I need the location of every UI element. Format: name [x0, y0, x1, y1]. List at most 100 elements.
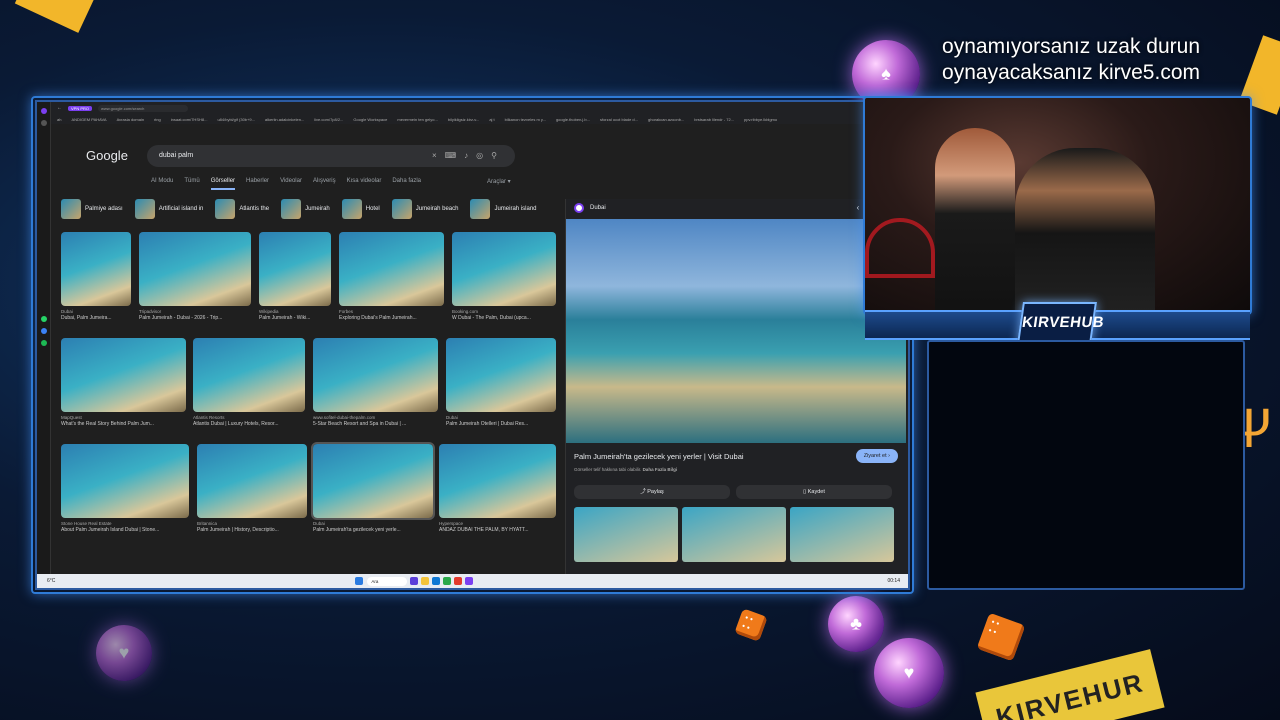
- taskbar-app-icon[interactable]: [465, 577, 474, 585]
- lens-icon[interactable]: ◎: [476, 151, 491, 160]
- bookmark-item[interactable]: ring: [154, 117, 161, 122]
- bookmark-item[interactable]: Google Workspace: [353, 117, 387, 122]
- windows-start-icon[interactable]: [355, 577, 364, 585]
- result-source[interactable]: Britannica: [197, 521, 307, 526]
- result-source[interactable]: Dubai: [446, 415, 556, 420]
- result-thumbnail[interactable]: [452, 232, 556, 306]
- result-thumbnail[interactable]: [311, 442, 435, 520]
- image-result[interactable]: Dubai Dubai, Palm Jumeira...: [61, 232, 131, 321]
- result-thumbnail[interactable]: [61, 232, 131, 306]
- result-caption[interactable]: 5-Star Beach Resort and Spa in Dubai | .…: [313, 421, 438, 427]
- tab-videolar[interactable]: Videolar: [280, 178, 302, 190]
- preview-title[interactable]: Palm Jumeirah'ta gezilecek yeni yerler |…: [574, 452, 744, 461]
- result-caption[interactable]: Palm Jumeirah | History, Descriptio...: [197, 527, 307, 533]
- share-button[interactable]: ⤴ Paylaş: [574, 485, 730, 499]
- result-caption[interactable]: W Dubai - The Palm, Dubai (upca...: [452, 315, 556, 321]
- bookmark-item[interactable]: brstsarab lilendr - 72...: [694, 117, 734, 122]
- image-result[interactable]: Atlantis Resorts Atlantis Dubai | Luxury …: [193, 338, 305, 427]
- result-caption[interactable]: Exploring Dubai's Palm Jumeirah...: [339, 315, 444, 321]
- bookmark-item[interactable]: Avrasia domain: [117, 117, 145, 122]
- image-result[interactable]: Forbes Exploring Dubai's Palm Jumeirah...: [339, 232, 444, 321]
- search-icon[interactable]: ⚲: [491, 151, 505, 160]
- bookmark-item[interactable]: google.thoben.j.b...: [556, 117, 590, 122]
- tab-tümü[interactable]: Tümü: [184, 178, 199, 190]
- result-thumbnail[interactable]: [61, 338, 186, 412]
- bookmark-item[interactable]: live.com/7p8/2...: [314, 117, 343, 122]
- bookmark-item[interactable]: insaat.com/7HSH8...: [171, 117, 208, 122]
- bookmark-item[interactable]: ghorakcan.azoonb...: [648, 117, 684, 122]
- result-source[interactable]: Forbes: [339, 309, 444, 314]
- tab-daha-fazla[interactable]: Daha fazla: [392, 178, 421, 190]
- bookmark-item[interactable]: u84/bybl/gif (30b+9...: [217, 117, 254, 122]
- result-source[interactable]: MapQuest: [61, 415, 186, 420]
- search-input[interactable]: dubai palm ×⌨♪◎⚲: [147, 145, 515, 167]
- bookmark-item[interactable]: ppv.ribbye.lkblgmo: [744, 117, 777, 122]
- result-caption[interactable]: Palm Jumeirah - Wiki...: [259, 315, 331, 321]
- vpn-badge[interactable]: VPN PRO: [68, 105, 93, 111]
- image-result[interactable]: MapQuest What's the Real Story Behind Pal…: [61, 338, 186, 427]
- image-result[interactable]: Britannica Palm Jumeirah | History, Descr…: [197, 444, 307, 533]
- result-source[interactable]: Booking.com: [452, 309, 556, 314]
- image-result[interactable]: Dubai Palm Jumeirah Otelleri | Dubai Res.…: [446, 338, 556, 427]
- bookmark-item[interactable]: alkeriin.adalcinkelen...: [265, 117, 304, 122]
- tab-ai-modu[interactable]: AI Modu: [151, 178, 173, 190]
- visit-button[interactable]: Ziyaret et ›: [855, 449, 898, 463]
- image-result[interactable]: Hyperspace ANDAZ DUBAI THE PALM, BY HYATT…: [439, 444, 556, 533]
- result-source[interactable]: www.sofitel-dubai-thepalm.com: [313, 415, 438, 420]
- result-caption[interactable]: What's the Real Story Behind Palm Jum...: [61, 421, 186, 427]
- weather-widget[interactable]: 6°C: [47, 578, 55, 584]
- result-source[interactable]: Stone House Real Estate: [61, 521, 189, 526]
- result-thumbnail[interactable]: [61, 444, 189, 518]
- image-result[interactable]: Stone House Real Estate About Palm Jumeir…: [61, 444, 189, 533]
- tab-alışveriş[interactable]: Alışveriş: [313, 178, 336, 190]
- keyboard-icon[interactable]: ⌨: [445, 151, 465, 160]
- taskbar-app-icon[interactable]: [443, 577, 452, 585]
- bookmark-item[interactable]: sforzal ocot blade d...: [600, 117, 638, 122]
- whatsapp-icon[interactable]: [40, 316, 47, 322]
- result-thumbnail[interactable]: [439, 444, 556, 518]
- star-icon[interactable]: [40, 120, 47, 126]
- result-caption[interactable]: Dubai, Palm Jumeira...: [61, 315, 131, 321]
- related-search-chip[interactable]: Jumeirah beach: [391, 199, 465, 219]
- bookmark-item[interactable]: mevermein ten gelyo...: [397, 117, 437, 122]
- taskbar-clock[interactable]: 00:14: [887, 578, 900, 584]
- taskbar-app-icon[interactable]: [454, 577, 463, 585]
- home-icon[interactable]: [40, 108, 47, 114]
- back-icon[interactable]: ←: [57, 105, 62, 111]
- result-source[interactable]: Dubai: [61, 309, 131, 314]
- clear-icon[interactable]: ×: [432, 151, 445, 160]
- image-result[interactable]: www.sofitel-dubai-thepalm.com 5-Star Beac…: [313, 338, 438, 427]
- related-search-chip[interactable]: Jumeirah: [281, 199, 336, 219]
- spotify-icon[interactable]: [40, 340, 47, 346]
- taskbar-app-icon[interactable]: [410, 577, 419, 585]
- result-thumbnail[interactable]: [313, 338, 438, 412]
- result-caption[interactable]: Palm Jumeirah'ta gezilecek yeni yerle...: [313, 527, 433, 533]
- result-source[interactable]: Tripadvisor: [139, 309, 251, 314]
- result-thumbnail[interactable]: [446, 338, 556, 412]
- learn-more-link[interactable]: Daha Fazla Bilgi: [643, 467, 678, 472]
- mic-icon[interactable]: ♪: [464, 151, 476, 160]
- result-source[interactable]: Hyperspace: [439, 521, 556, 526]
- result-thumbnail[interactable]: [339, 232, 444, 306]
- result-thumbnail[interactable]: [193, 338, 305, 412]
- taskbar-app-icon[interactable]: [432, 577, 441, 585]
- messenger-icon[interactable]: [40, 328, 47, 334]
- result-thumbnail[interactable]: [139, 232, 251, 306]
- result-caption[interactable]: Atlantis Dubai | Luxury Hotels, Resor...: [193, 421, 305, 427]
- address-bar[interactable]: www.google.com/search: [98, 104, 189, 112]
- image-result[interactable]: Booking.com W Dubai - The Palm, Dubai (up…: [452, 232, 556, 321]
- bookmark-item[interactable]: bilyikligsiz.kirz-v...: [448, 117, 479, 122]
- related-thumbnail[interactable]: [682, 507, 786, 562]
- related-thumbnail[interactable]: [790, 507, 894, 562]
- related-thumbnail[interactable]: [574, 507, 678, 562]
- result-source[interactable]: Atlantis Resorts: [193, 415, 305, 420]
- bookmark-item[interactable]: ah: [57, 117, 61, 122]
- preview-image[interactable]: [566, 219, 906, 443]
- bookmark-item[interactable]: aj t: [489, 117, 494, 122]
- related-search-chip[interactable]: Hotel: [341, 199, 386, 219]
- taskbar-search[interactable]: Ara: [367, 576, 408, 586]
- save-button[interactable]: ▯ Kaydet: [736, 485, 892, 499]
- tab-görseller[interactable]: Görseller: [210, 178, 236, 190]
- tools-menu[interactable]: Araçlar ▾: [487, 178, 511, 185]
- result-caption[interactable]: Palm Jumeirah - Dubai - 2026 - Trip...: [139, 315, 251, 321]
